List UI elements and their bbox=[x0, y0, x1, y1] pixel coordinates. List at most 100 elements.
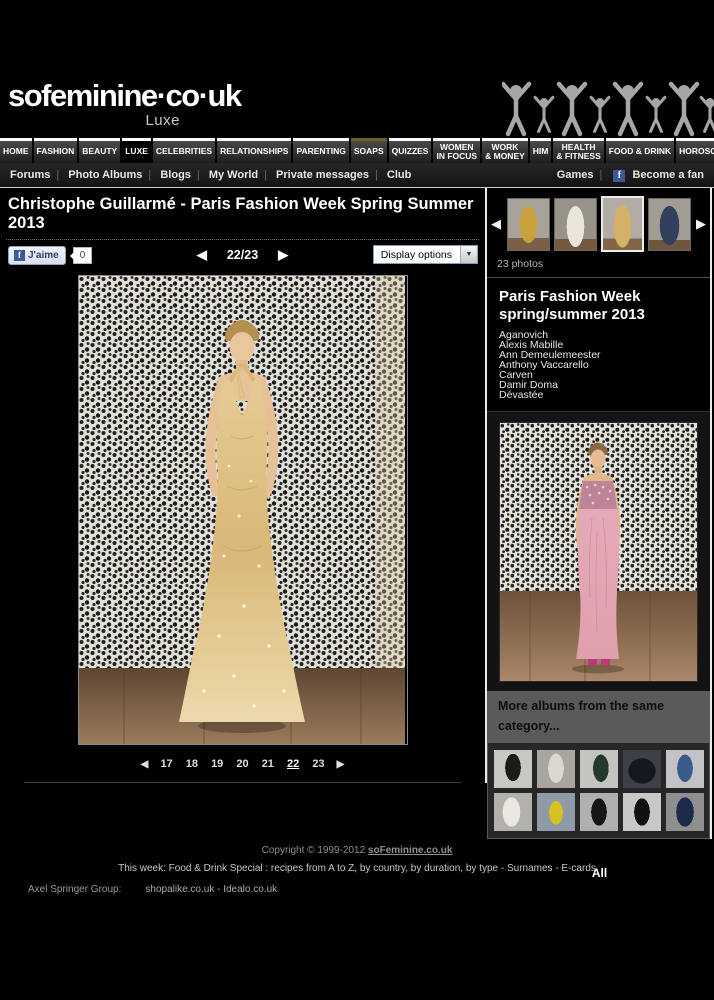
nav-tab-label: FASHION bbox=[37, 147, 75, 156]
page-link[interactable]: 21 bbox=[262, 758, 274, 770]
subnav-club[interactable]: Club bbox=[387, 169, 411, 181]
main-navbar: HOME FASHION BEAUTY LUXE CELEBRITIES REL… bbox=[0, 138, 714, 163]
nav-tab-label: PARENTING bbox=[296, 147, 345, 156]
album-thumbnail[interactable] bbox=[666, 750, 704, 788]
separator bbox=[369, 169, 384, 181]
group-label: Axel Springer Group: bbox=[28, 884, 121, 895]
subnav-forums[interactable]: Forums bbox=[10, 169, 50, 181]
nav-tab-fashion[interactable]: FASHION bbox=[34, 138, 78, 163]
separator bbox=[258, 169, 273, 181]
divider bbox=[487, 277, 710, 278]
nav-tab-label: HIM bbox=[533, 147, 549, 156]
photo-thumbnail[interactable] bbox=[507, 198, 550, 251]
album-title: Paris Fashion Week spring/summer 2013 bbox=[499, 288, 698, 323]
album-title-line2: spring/summer 2013 bbox=[499, 306, 698, 324]
nav-tab-label: BEAUTY bbox=[82, 147, 117, 156]
nav-tab-women-in-focus[interactable]: WOMENIN FOCUS bbox=[433, 138, 480, 163]
album-thumbnail[interactable] bbox=[623, 793, 661, 831]
nav-tab-food-drink[interactable]: FOOD & DRINK bbox=[606, 138, 674, 163]
album-thumbnail[interactable] bbox=[494, 793, 532, 831]
main-photo-art bbox=[79, 276, 405, 744]
page-link[interactable]: 18 bbox=[186, 758, 198, 770]
album-thumbnail[interactable] bbox=[537, 750, 575, 788]
gallery-column: Christophe Guillarmé - Paris Fashion Wee… bbox=[0, 188, 487, 783]
people-chain-graphic bbox=[502, 80, 714, 138]
nav-tab-label: SOAPS bbox=[354, 147, 384, 156]
photo-thumbnail-selected[interactable] bbox=[601, 196, 644, 252]
photo-thumbnail[interactable] bbox=[648, 198, 691, 251]
subnav-games[interactable]: Games bbox=[557, 169, 594, 181]
chevron-down-icon[interactable]: ▼ bbox=[460, 246, 477, 263]
nav-tab-label: HOME bbox=[3, 147, 29, 156]
photo-thumbnail[interactable] bbox=[554, 198, 597, 251]
site-logo[interactable]: sofeminine·co·uk bbox=[8, 78, 241, 114]
designer-list: Aganovich Alexis Mabille Ann Demeulemees… bbox=[499, 330, 698, 400]
album-sidebar: ◀ ▶ 23 photos Paris Fashion Week spring/… bbox=[487, 188, 714, 880]
copyright-line: Copyright © 1999-2012 soFeminine.co.uk bbox=[0, 845, 714, 856]
main-photo[interactable] bbox=[78, 275, 408, 745]
page-number-pager: ◀ 17 18 19 20 21 22 23 ▶ bbox=[24, 758, 461, 783]
subnav-photo-albums[interactable]: Photo Albums bbox=[68, 169, 142, 181]
separator bbox=[191, 169, 206, 181]
nav-tab-luxe[interactable]: LUXE bbox=[122, 138, 151, 163]
nav-tab-health-fitness[interactable]: HEALTH& FITNESS bbox=[553, 138, 603, 163]
page-link[interactable]: 20 bbox=[236, 758, 248, 770]
featured-photo-frame bbox=[487, 411, 710, 691]
group-links[interactable]: shopalike.co.uk - Idealo.co.uk bbox=[145, 884, 277, 895]
more-albums-grid bbox=[487, 743, 710, 839]
previous-photo-icon[interactable]: ◀ bbox=[197, 247, 207, 262]
nav-tab-label: LUXE bbox=[125, 147, 148, 156]
nav-tab-home[interactable]: HOME bbox=[0, 138, 32, 163]
photo-position: 22/23 bbox=[227, 248, 258, 262]
subnav-private-messages[interactable]: Private messages bbox=[276, 169, 369, 181]
album-thumbnail[interactable] bbox=[580, 750, 618, 788]
album-thumbnail[interactable] bbox=[537, 793, 575, 831]
album-thumbnail[interactable] bbox=[494, 750, 532, 788]
featured-photo[interactable] bbox=[499, 422, 698, 682]
copyright-text: Copyright © 1999-2012 bbox=[262, 845, 368, 856]
nav-tab-celebrities[interactable]: CELEBRITIES bbox=[153, 138, 215, 163]
nav-tab-work-money[interactable]: WORK& MONEY bbox=[482, 138, 528, 163]
page-link[interactable]: 17 bbox=[160, 758, 172, 770]
nav-tab-label: HOROSCOPES bbox=[679, 147, 714, 156]
page-link[interactable]: 19 bbox=[211, 758, 223, 770]
nav-tab-beauty[interactable]: BEAUTY bbox=[79, 138, 120, 163]
copyright-site-link[interactable]: soFeminine.co.uk bbox=[368, 845, 452, 856]
designer-link[interactable]: Dévastée bbox=[499, 390, 698, 400]
separator bbox=[593, 169, 608, 181]
nav-tab-quizzes[interactable]: QUIZZES bbox=[389, 138, 432, 163]
thumbnail-strip: ◀ ▶ bbox=[487, 188, 710, 255]
nav-tab-soaps[interactable]: SOAPS bbox=[351, 138, 387, 163]
next-photo-icon[interactable]: ▶ bbox=[278, 247, 288, 262]
album-thumbnail[interactable] bbox=[580, 793, 618, 831]
featured-photo-art bbox=[500, 423, 697, 681]
page: sofeminine·co·uk Luxe bbox=[0, 0, 714, 1000]
separator bbox=[50, 169, 65, 181]
become-a-fan-link[interactable]: Become a fan bbox=[632, 169, 704, 181]
page-link-current[interactable]: 22 bbox=[287, 758, 299, 770]
community-subnav: Forums Photo Albums Blogs My World Priva… bbox=[0, 163, 714, 187]
content-area: Christophe Guillarmé - Paris Fashion Wee… bbox=[0, 188, 714, 880]
page-title: Christophe Guillarmé - Paris Fashion Wee… bbox=[0, 188, 485, 239]
strip-previous-icon[interactable]: ◀ bbox=[488, 216, 504, 232]
nav-tab-horoscopes[interactable]: HOROSCOPES bbox=[676, 138, 714, 163]
previous-page-icon[interactable]: ◀ bbox=[141, 759, 149, 770]
subnav-my-world[interactable]: My World bbox=[209, 169, 258, 181]
nav-tab-label: CELEBRITIES bbox=[156, 147, 212, 156]
strip-next-icon[interactable]: ▶ bbox=[693, 216, 709, 232]
facebook-icon: f bbox=[613, 170, 625, 182]
site-tagline: Luxe bbox=[8, 112, 180, 129]
nav-tab-him[interactable]: HIM bbox=[530, 138, 552, 163]
group-line: Axel Springer Group: shopalike.co.uk - Id… bbox=[28, 884, 277, 895]
divider bbox=[6, 239, 479, 240]
display-options-select[interactable]: Display options ▼ bbox=[373, 245, 478, 264]
next-page-icon[interactable]: ▶ bbox=[337, 759, 345, 770]
page-link[interactable]: 23 bbox=[312, 758, 324, 770]
subnav-blogs[interactable]: Blogs bbox=[160, 169, 191, 181]
subnav-right: Games f Become a fan bbox=[557, 169, 704, 182]
album-thumbnail[interactable] bbox=[623, 750, 661, 788]
nav-tab-relationships[interactable]: RELATIONSHIPS bbox=[217, 138, 291, 163]
album-thumbnail[interactable] bbox=[666, 793, 704, 831]
this-week-line: This week: Food & Drink Special : recipe… bbox=[0, 863, 714, 874]
nav-tab-parenting[interactable]: PARENTING bbox=[293, 138, 348, 163]
